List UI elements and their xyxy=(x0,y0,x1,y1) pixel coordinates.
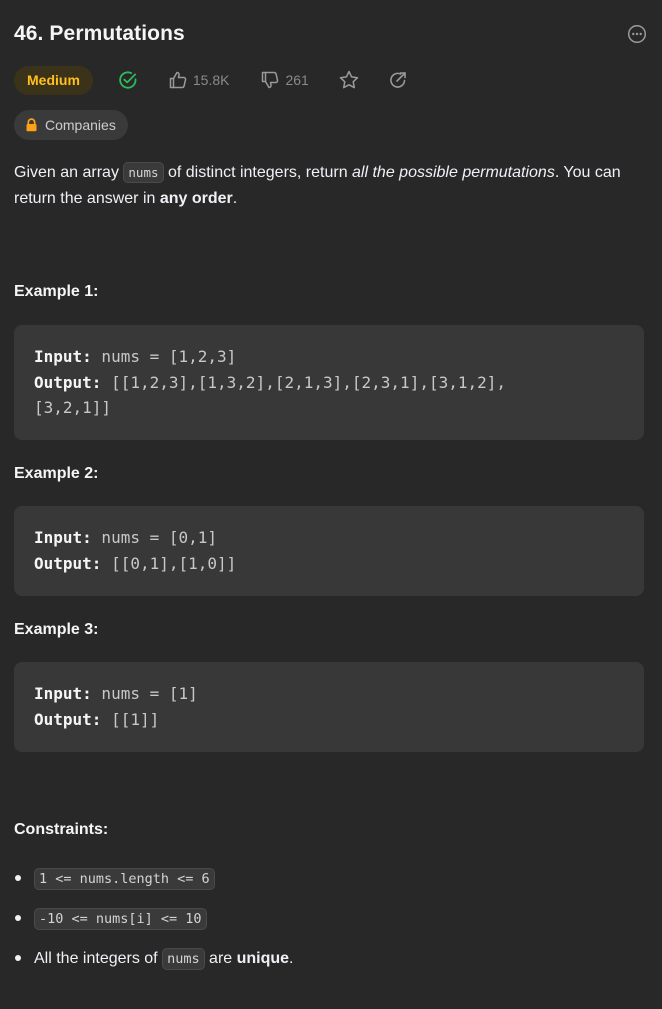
solved-check-icon xyxy=(119,71,137,89)
lock-icon xyxy=(26,118,37,132)
emphasis-text: all the possible permutations xyxy=(352,164,555,181)
dislike-button[interactable]: 261 xyxy=(260,70,309,90)
share-button[interactable] xyxy=(388,70,408,90)
like-count: 15.8K xyxy=(192,72,230,88)
example-2-block: Input: nums = [0,1] Output: [[0,1],[1,0]… xyxy=(14,506,644,596)
constraint-item: All the integers of nums are unique. xyxy=(14,946,644,972)
output-label: Output: xyxy=(34,553,102,573)
constraint-text: All the integers of xyxy=(34,950,163,967)
problem-meta-row: Medium 15.8K 261 xyxy=(14,65,408,95)
output-label: Output: xyxy=(34,372,102,392)
share-icon xyxy=(389,72,406,88)
statement-text: Given an array xyxy=(14,164,124,181)
example-3-block: Input: nums = [1] Output: [[1]] xyxy=(14,662,644,752)
problem-statement: Given an array nums of distinct integers… xyxy=(14,160,644,212)
favorite-button[interactable] xyxy=(338,69,360,91)
difficulty-badge[interactable]: Medium xyxy=(14,65,93,95)
input-label: Input: xyxy=(34,684,92,703)
bold-text: any order xyxy=(159,190,233,207)
statement-text: of distinct integers, return xyxy=(163,164,353,181)
constraint-text: . xyxy=(289,950,294,967)
constraints-list: 1 <= nums.length <= 6 -10 <= nums[i] <= … xyxy=(14,866,644,986)
output-value: [[1,2,3],[1,3,2],[2,1,3],[2,3,1],[3,1,2]… xyxy=(101,372,507,392)
input-label: Input: xyxy=(34,528,92,547)
thumbs-down-icon xyxy=(262,71,279,89)
example-2-heading: Example 2: xyxy=(14,465,99,482)
inline-code: nums xyxy=(162,948,205,970)
constraints-heading: Constraints: xyxy=(14,821,109,838)
example-1-block: Input: nums = [1,2,3] Output: [[1,2,3],[… xyxy=(14,325,644,440)
output-label: Output: xyxy=(34,709,102,729)
constraint-item: -10 <= nums[i] <= 10 xyxy=(14,906,644,932)
companies-tag[interactable]: Companies xyxy=(14,110,128,140)
inline-code: 1 <= nums.length <= 6 xyxy=(34,868,215,890)
dislike-count: 261 xyxy=(285,72,309,88)
constraint-item: 1 <= nums.length <= 6 xyxy=(14,866,644,892)
companies-label: Companies xyxy=(45,117,116,133)
bullet xyxy=(15,955,21,961)
input-value: nums = [1,2,3] xyxy=(91,347,237,366)
example-3-heading: Example 3: xyxy=(14,621,99,638)
input-label: Input: xyxy=(34,347,92,366)
constraint-text: are xyxy=(204,950,237,967)
input-value: nums = [1] xyxy=(91,684,198,703)
more-options-button[interactable] xyxy=(626,23,648,45)
output-value-continued: [3,2,1]] xyxy=(34,398,112,417)
solved-status[interactable] xyxy=(118,70,138,90)
thumbs-up-icon xyxy=(169,71,187,89)
bullet xyxy=(15,875,21,881)
input-value: nums = [0,1] xyxy=(91,528,218,547)
problem-title[interactable]: 46. Permutations xyxy=(14,22,185,46)
example-1-heading: Example 1: xyxy=(14,283,99,300)
like-button[interactable]: 15.8K xyxy=(168,70,230,90)
bullet xyxy=(15,915,21,921)
inline-code: -10 <= nums[i] <= 10 xyxy=(34,908,207,930)
output-value: [[1]] xyxy=(101,709,160,729)
inline-code: nums xyxy=(123,162,164,183)
star-icon xyxy=(339,70,359,89)
bold-text: unique xyxy=(236,950,290,967)
problem-description-panel: 46. Permutations Medium 15.8K 261 Compan… xyxy=(0,0,662,1009)
more-icon xyxy=(627,24,647,44)
title-row: 46. Permutations xyxy=(14,18,648,50)
output-value: [[0,1],[1,0]] xyxy=(101,553,237,573)
statement-text: . xyxy=(232,190,238,207)
